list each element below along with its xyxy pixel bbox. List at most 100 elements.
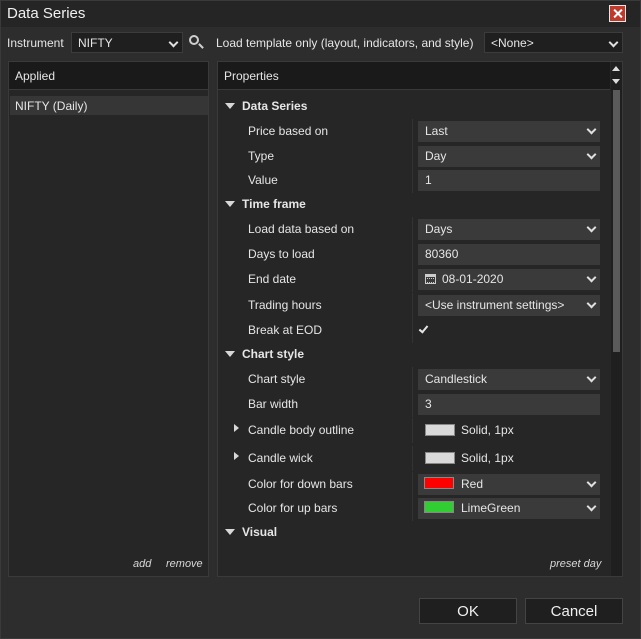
- category-chart-style[interactable]: Chart style: [219, 342, 608, 367]
- color-swatch: [425, 452, 455, 464]
- collapse-arrow-icon: [225, 529, 235, 535]
- property-value: <Use instrument settings>: [425, 298, 565, 312]
- days-to-load-input[interactable]: 80360: [418, 244, 600, 265]
- property-value: Days: [425, 222, 453, 236]
- property-value: 08-01-2020: [442, 272, 504, 286]
- applied-panel: Applied NIFTY (Daily) add remove: [8, 61, 209, 577]
- property-label: Color for down bars: [248, 477, 353, 491]
- chevron-down-icon: [586, 222, 597, 233]
- category-data-series[interactable]: Data Series: [219, 94, 608, 119]
- category-label: Visual: [242, 525, 278, 539]
- property-label: Color for up bars: [248, 501, 338, 515]
- collapse-arrow-icon: [225, 103, 235, 109]
- property-label: Type: [248, 149, 275, 163]
- property-grid: Data Series Price based on Last Type Day: [219, 92, 608, 544]
- instrument-label: Instrument: [7, 36, 64, 50]
- applied-list-item[interactable]: NIFTY (Daily): [10, 96, 208, 115]
- category-visual[interactable]: Visual: [219, 520, 608, 544]
- property-value: Last: [425, 124, 448, 138]
- category-label: Time frame: [242, 197, 306, 211]
- chevron-down-icon: [586, 149, 597, 160]
- close-icon[interactable]: [609, 5, 626, 22]
- properties-panel: Properties Data Series Price based on La…: [217, 61, 623, 577]
- property-row: Color for up bars LimeGreen: [219, 496, 608, 521]
- property-label: Trading hours: [248, 298, 322, 312]
- bar-width-input[interactable]: 3: [418, 394, 600, 415]
- color-swatch: [424, 501, 454, 513]
- data-series-dialog: Data Series Instrument NIFTY Load templa…: [0, 0, 641, 639]
- property-row: Type Day: [219, 144, 608, 169]
- property-row: Price based on Last: [219, 119, 608, 144]
- title-bar: Data Series: [1, 1, 640, 27]
- property-row: Days to load 80360: [219, 242, 608, 267]
- chevron-down-icon: [586, 372, 597, 383]
- color-swatch: [424, 477, 454, 489]
- window-title: Data Series: [7, 5, 86, 22]
- property-value: Day: [425, 149, 447, 163]
- scroll-thumb[interactable]: [613, 90, 620, 352]
- property-value: Candlestick: [425, 372, 488, 386]
- property-row: Color for down bars Red: [219, 472, 608, 497]
- property-row[interactable]: Candle wick Solid, 1px: [219, 446, 608, 471]
- property-value: Solid, 1px: [461, 423, 514, 437]
- value-input[interactable]: 1: [418, 170, 600, 191]
- calendar-icon: [425, 274, 436, 284]
- scroll-up-icon[interactable]: [612, 66, 620, 71]
- collapse-arrow-icon: [225, 201, 235, 207]
- properties-header: Properties: [218, 62, 610, 90]
- up-bar-color-select[interactable]: LimeGreen: [418, 498, 600, 519]
- chevron-down-icon: [608, 37, 619, 48]
- property-value: LimeGreen: [461, 501, 521, 515]
- preset-link[interactable]: preset day: [550, 558, 601, 570]
- property-value: 1: [425, 173, 432, 187]
- instrument-value: NIFTY: [78, 36, 113, 50]
- category-time-frame[interactable]: Time frame: [219, 192, 608, 217]
- category-label: Chart style: [242, 347, 305, 361]
- property-value: Solid, 1px: [461, 451, 514, 465]
- property-label: Candle body outline: [248, 423, 355, 437]
- template-label: Load template only (layout, indicators, …: [216, 36, 474, 50]
- chevron-down-icon: [586, 477, 597, 488]
- property-value: Red: [461, 477, 484, 491]
- collapse-arrow-icon: [225, 351, 235, 357]
- color-swatch: [425, 424, 455, 436]
- load-data-based-on-select[interactable]: Days: [418, 219, 600, 240]
- expand-arrow-icon[interactable]: [234, 452, 239, 460]
- remove-link[interactable]: remove: [166, 558, 203, 570]
- instrument-select[interactable]: NIFTY: [71, 32, 183, 53]
- chevron-down-icon: [586, 124, 597, 135]
- property-row: Trading hours <Use instrument settings>: [219, 293, 608, 318]
- trading-hours-select[interactable]: <Use instrument settings>: [418, 295, 600, 316]
- cancel-button[interactable]: Cancel: [525, 598, 623, 624]
- property-row: Bar width 3: [219, 392, 608, 417]
- end-date-picker[interactable]: 08-01-2020: [418, 269, 600, 290]
- applied-header: Applied: [9, 62, 208, 90]
- chevron-down-icon: [168, 37, 179, 48]
- chevron-down-icon: [586, 272, 597, 283]
- property-row: Load data based on Days: [219, 217, 608, 242]
- break-at-eod-checkbox[interactable]: [418, 323, 429, 334]
- property-label: Chart style: [248, 372, 306, 386]
- chevron-down-icon: [586, 501, 597, 512]
- property-label: Days to load: [248, 247, 315, 261]
- template-select[interactable]: <None>: [484, 32, 623, 53]
- properties-scrollbar[interactable]: [611, 62, 622, 576]
- type-select[interactable]: Day: [418, 146, 600, 167]
- property-label: Value: [248, 173, 278, 187]
- price-based-on-select[interactable]: Last: [418, 121, 600, 142]
- ok-button[interactable]: OK: [419, 598, 517, 624]
- property-row: Break at EOD: [219, 318, 608, 343]
- property-value: 80360: [425, 247, 459, 261]
- category-label: Data Series: [242, 99, 308, 113]
- search-icon[interactable]: [189, 35, 204, 50]
- property-label: End date: [248, 272, 297, 286]
- expand-arrow-icon[interactable]: [234, 424, 239, 432]
- property-row[interactable]: Candle body outline Solid, 1px: [219, 418, 608, 443]
- property-value: 3: [425, 397, 432, 411]
- chevron-down-icon: [586, 298, 597, 309]
- down-bar-color-select[interactable]: Red: [418, 474, 600, 495]
- property-label: Load data based on: [248, 222, 355, 236]
- scroll-down-icon[interactable]: [612, 79, 620, 84]
- add-link[interactable]: add: [133, 558, 151, 570]
- chart-style-select[interactable]: Candlestick: [418, 369, 600, 390]
